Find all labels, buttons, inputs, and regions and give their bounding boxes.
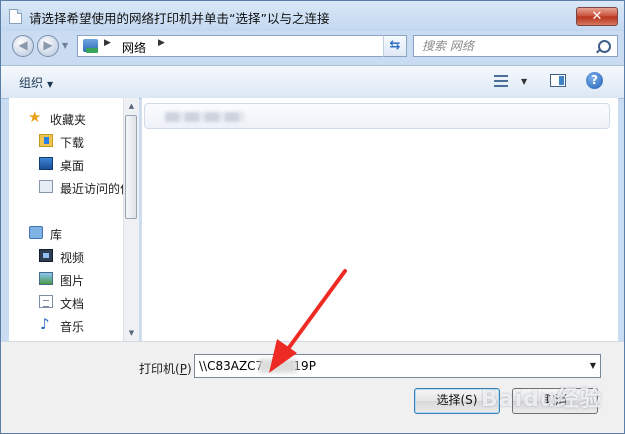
- nav-item-recent-places[interactable]: 最近访问的位: [9, 177, 131, 197]
- forward-arrow-icon: ▶: [43, 38, 53, 52]
- breadcrumb-network[interactable]: 网络: [122, 39, 146, 56]
- chevron-down-icon: ▼: [47, 80, 54, 89]
- breadcrumb-chevron-icon[interactable]: ▶: [158, 38, 165, 48]
- scroll-up-icon[interactable]: ▲: [124, 98, 139, 114]
- search-input[interactable]: [422, 38, 592, 54]
- nav-item-label: 下载: [60, 136, 85, 150]
- forward-button[interactable]: ▶: [37, 35, 59, 57]
- printer-list: [141, 98, 618, 341]
- navigation-scrollbar[interactable]: ▲ ▼: [123, 98, 139, 341]
- nav-item-label: 文档: [60, 297, 85, 311]
- nav-item-pictures[interactable]: 图片: [9, 269, 131, 289]
- title-bar: 请选择希望使用的网络打印机并单击“选择”以与之连接 ✕: [1, 1, 624, 31]
- redacted-printer-name: [165, 112, 245, 122]
- nav-item-label: 最近访问的位: [60, 182, 131, 196]
- close-button[interactable]: ✕: [576, 7, 618, 26]
- nav-item-documents[interactable]: 文档: [9, 292, 131, 312]
- nav-item-label: 收藏夹: [50, 113, 87, 127]
- organize-menu-button[interactable]: 组织 ▼: [19, 74, 53, 91]
- desktop-icon: [39, 157, 53, 170]
- nav-item-music[interactable]: ♪ 音乐: [9, 315, 131, 335]
- star-icon: ★: [28, 108, 42, 126]
- video-library-icon: [39, 249, 53, 262]
- nav-item-label: 音乐: [60, 320, 85, 334]
- preview-pane-icon[interactable]: [550, 74, 566, 87]
- music-library-icon: ♪: [40, 315, 50, 333]
- search-icon[interactable]: [598, 40, 611, 53]
- watermark-logo: Baidu经验: [481, 387, 603, 412]
- organize-label: 组织: [19, 76, 44, 90]
- list-item[interactable]: [144, 103, 610, 129]
- breadcrumb-chevron-icon[interactable]: ▶: [104, 38, 111, 48]
- printer-input[interactable]: [199, 358, 569, 374]
- nav-item-videos[interactable]: 视频: [9, 246, 131, 266]
- nav-item-label: 视频: [60, 251, 85, 265]
- document-icon: [9, 9, 22, 24]
- help-icon[interactable]: ?: [586, 72, 603, 89]
- window-title: 请选择希望使用的网络打印机并单击“选择”以与之连接: [29, 11, 330, 26]
- network-icon: [83, 39, 98, 53]
- download-folder-icon: [39, 134, 53, 147]
- nav-item-downloads[interactable]: 下载: [9, 131, 131, 151]
- address-bar[interactable]: ▶ 网络 ▶ ▼: [77, 35, 407, 57]
- scroll-down-icon[interactable]: ▼: [124, 325, 139, 341]
- redacted-segment: [259, 359, 297, 373]
- dialog-window: 请选择希望使用的网络打印机并单击“选择”以与之连接 ✕ ◀ ▶ ▼ ▶ 网络 ▶…: [0, 0, 625, 434]
- chevron-down-icon[interactable]: ▼: [590, 361, 596, 370]
- navigation-pane: ★ 收藏夹 下载 桌面 最近访问的位 库 视频 图片 文档 ♪ 音乐: [9, 98, 139, 341]
- recent-places-icon: [39, 180, 53, 193]
- view-options-icon[interactable]: [494, 75, 508, 87]
- document-library-icon: [39, 295, 53, 308]
- nav-item-label: 库: [50, 228, 63, 242]
- picture-library-icon: [39, 272, 53, 285]
- printer-field-label: 打印机(P): [139, 362, 192, 376]
- refresh-icon: ⇆: [389, 38, 401, 53]
- nav-item-desktop[interactable]: 桌面: [9, 154, 131, 174]
- back-button[interactable]: ◀: [12, 35, 34, 57]
- nav-item-favorites[interactable]: ★ 收藏夹: [9, 108, 131, 128]
- back-arrow-icon: ◀: [18, 38, 28, 52]
- recent-locations-dropdown[interactable]: ▼: [62, 41, 68, 50]
- nav-item-libraries[interactable]: 库: [9, 223, 131, 243]
- refresh-button[interactable]: ⇆: [383, 35, 407, 57]
- printer-combo[interactable]: ▼: [194, 354, 601, 378]
- nav-item-label: 图片: [60, 274, 85, 288]
- command-toolbar: 组织 ▼ ▼ ?: [1, 65, 624, 99]
- library-icon: [29, 226, 43, 239]
- scrollbar-thumb[interactable]: [125, 115, 137, 219]
- search-box[interactable]: [413, 35, 618, 57]
- nav-item-label: 桌面: [60, 159, 85, 173]
- view-dropdown-icon[interactable]: ▼: [521, 77, 527, 86]
